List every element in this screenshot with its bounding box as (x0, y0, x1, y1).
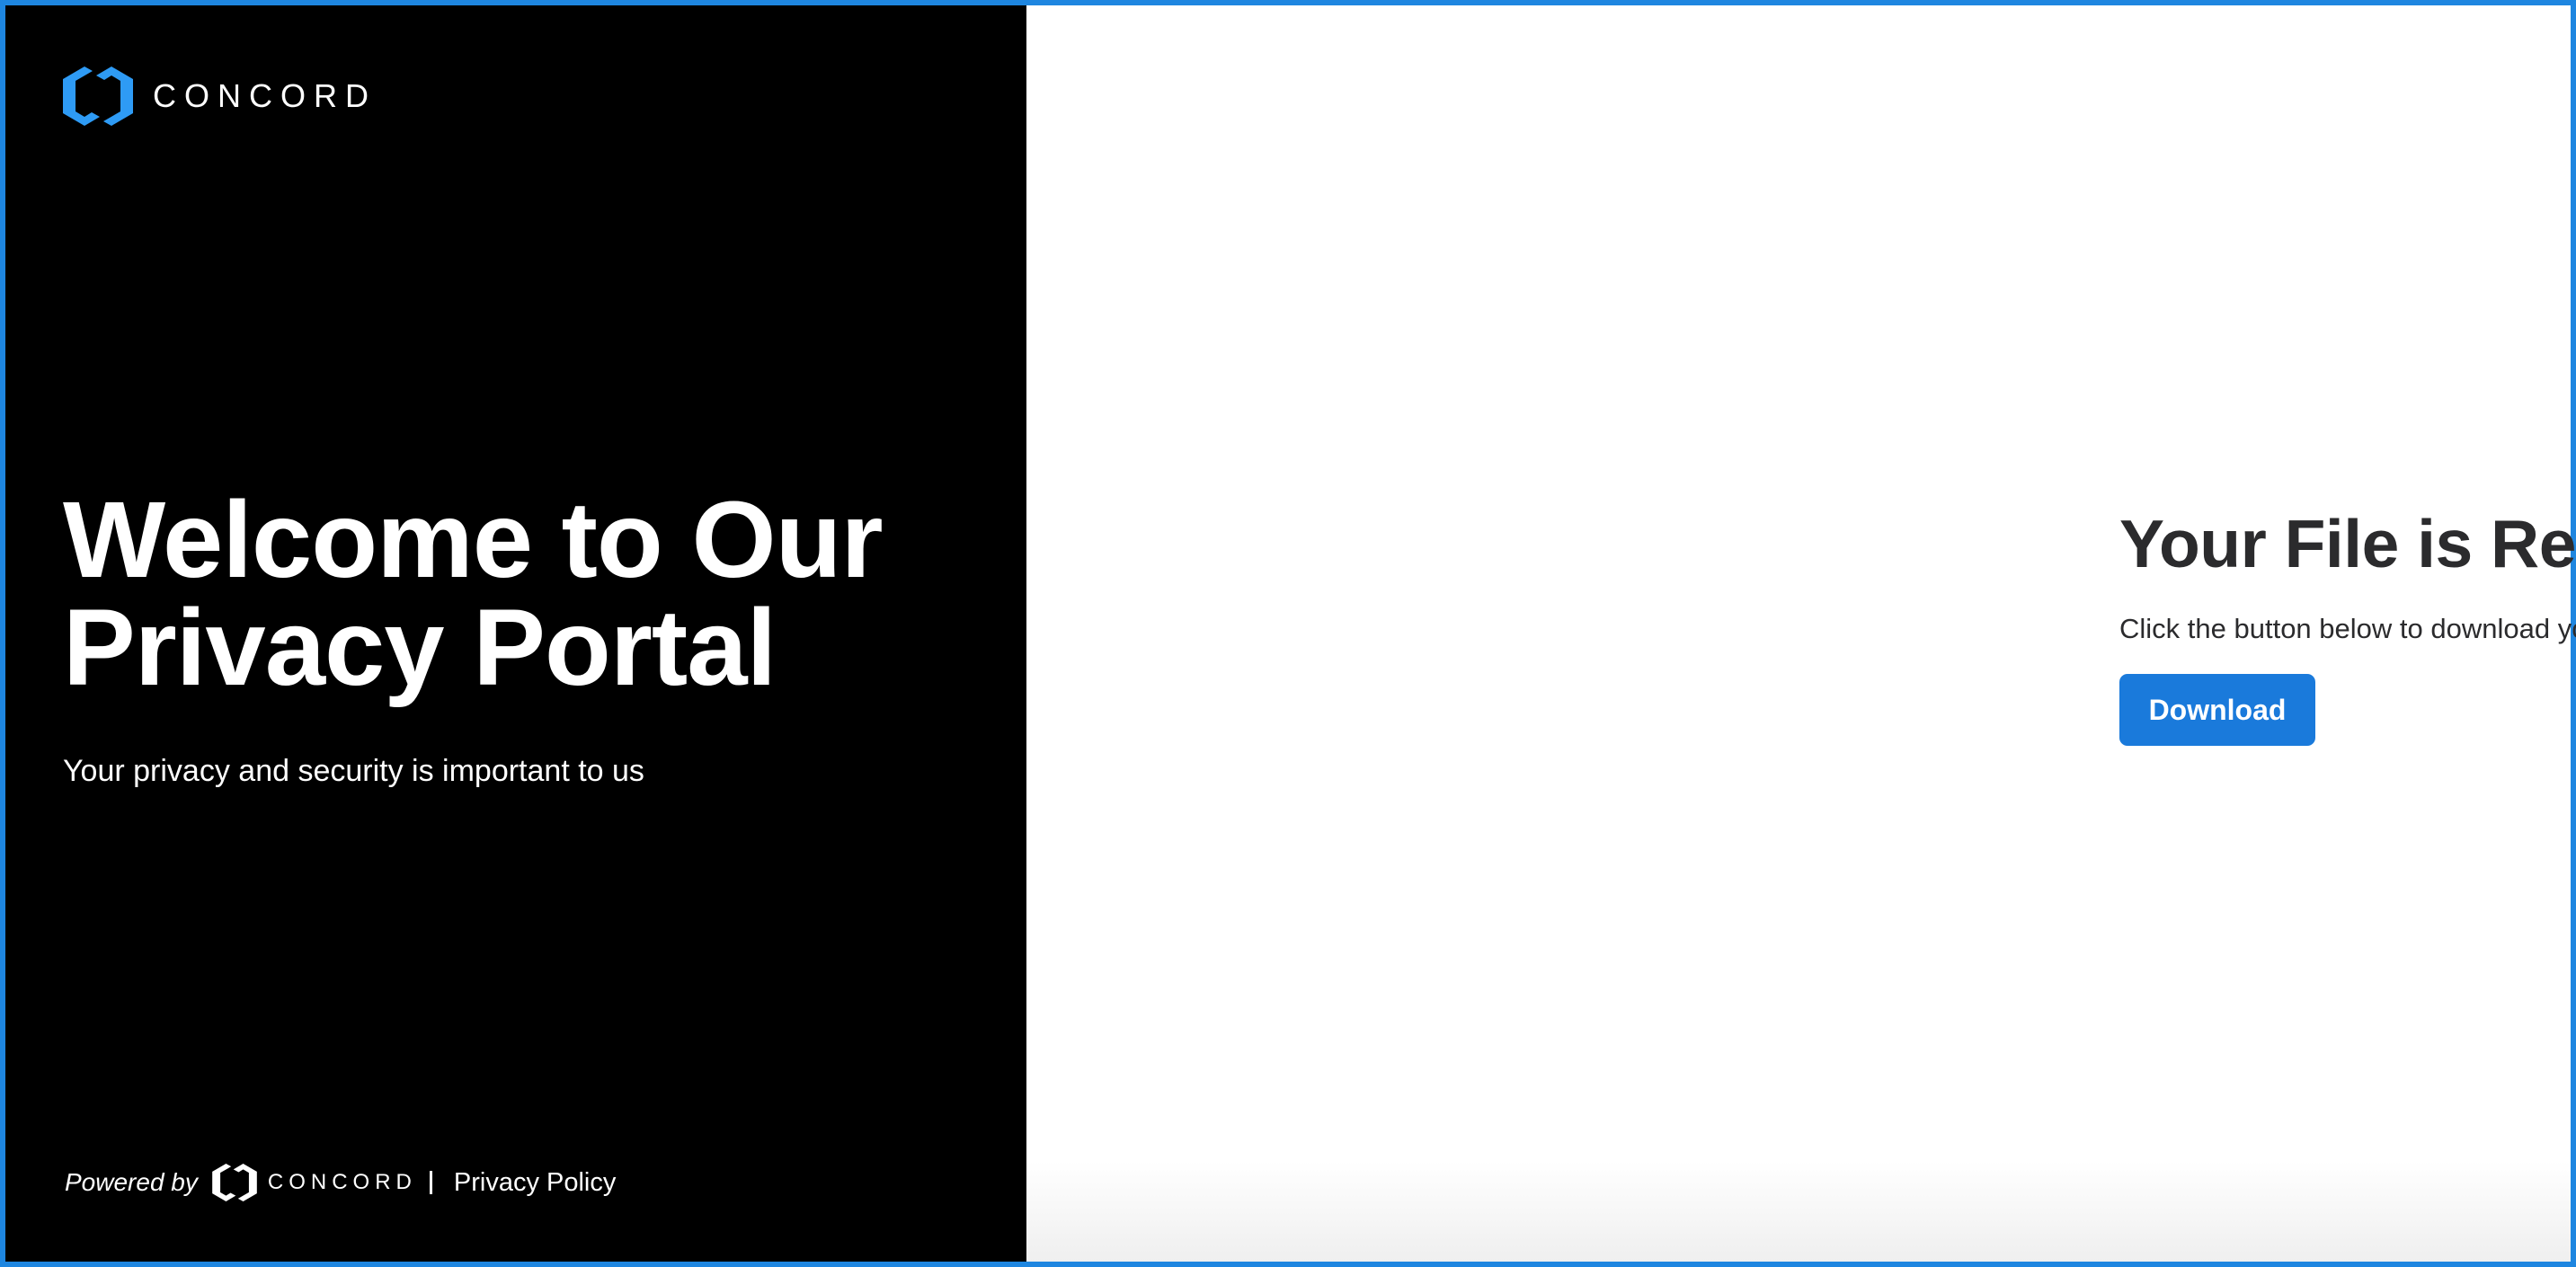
powered-by-label: Powered by (65, 1168, 198, 1196)
hero-subtitle: Your privacy and security is important t… (63, 754, 644, 788)
brand-wordmark: CONCORD (153, 77, 377, 114)
download-heading: Your File is Ready to Download (2119, 506, 2576, 581)
left-panel: CONCORD Welcome to Our Privacy Portal Yo… (5, 5, 1026, 1262)
download-description: Click the button below to download your … (2119, 613, 2576, 644)
hero-title: Welcome to Our Privacy Portal (63, 478, 884, 708)
brand-header: CONCORD (63, 66, 377, 126)
concord-footer-logo-icon (212, 1164, 257, 1201)
footer: Powered by CONCORD Privacy Policy (65, 1160, 616, 1205)
main-panel: Your File is Ready to Download Click the… (1026, 5, 2576, 1262)
page-frame: CONCORD Welcome to Our Privacy Portal Yo… (5, 5, 2576, 1262)
footer-divider (429, 1171, 432, 1194)
download-section: Your File is Ready to Download Click the… (2119, 501, 2576, 747)
concord-logo-icon (63, 66, 133, 126)
footer-brand-wordmark: CONCORD (267, 1170, 417, 1194)
download-button[interactable]: Download (2119, 674, 2315, 747)
privacy-policy-link[interactable]: Privacy Policy (454, 1168, 617, 1198)
